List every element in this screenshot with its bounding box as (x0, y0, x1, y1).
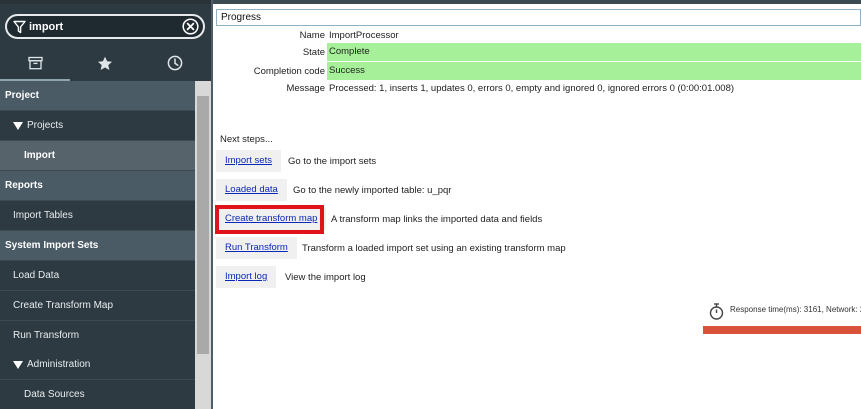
archive-box-icon (27, 56, 43, 70)
nav-top-strip (0, 0, 211, 4)
import-log-description: View the import log (285, 272, 366, 283)
nav-item-label: Import (24, 150, 56, 161)
expanded-triangle-icon (13, 121, 23, 130)
nav-folder-administration[interactable]: Administration (0, 350, 195, 380)
scrollbar-thumb[interactable] (197, 96, 209, 354)
name-value: ImportProcessor (329, 30, 399, 41)
import-sets-link[interactable]: Import sets (216, 150, 281, 172)
nav-item-import-tables[interactable]: Import Tables (0, 201, 195, 231)
message-value: Processed: 1, inserts 1, updates 0, erro… (329, 83, 735, 94)
clock-icon (167, 55, 183, 71)
filter-input[interactable] (29, 19, 179, 35)
tab-favorites[interactable] (70, 47, 140, 79)
content-frame: Progress Name ImportProcessor State Comp… (213, 0, 861, 409)
nav-item-create-transform-map[interactable]: Create Transform Map (0, 291, 195, 321)
message-label: Message (286, 83, 325, 94)
nav-item-label: Import Tables (13, 210, 73, 221)
nav-section-label: System Import Sets (5, 240, 99, 251)
expanded-triangle-icon (13, 360, 23, 369)
nav-section-label: Reports (5, 180, 43, 191)
import-log-link[interactable]: Import log (216, 266, 277, 288)
nav-section-project[interactable]: Project (0, 81, 195, 111)
nav-item-label: Data Sources (24, 389, 85, 400)
navigator-tabs (0, 47, 211, 79)
import-sets-description: Go to the import sets (288, 156, 377, 167)
nav-item-label: Load Data (13, 270, 60, 281)
completion-code-label: Completion code (253, 66, 325, 77)
stopwatch-icon[interactable] (709, 303, 724, 320)
run-transform-link[interactable]: Run Transform (216, 237, 297, 259)
loaded-data-description: Go to the newly imported table: u_pqr (293, 185, 452, 196)
nav-folder-projects[interactable]: Projects (0, 111, 195, 141)
nav-item-run-transform[interactable]: Run Transform (0, 321, 195, 351)
nav-folder-label: Projects (27, 120, 64, 131)
navigator-scrollbar[interactable] (195, 81, 211, 409)
nav-item-load-data[interactable]: Load Data (0, 261, 195, 291)
status-bar (703, 326, 861, 334)
completion-code-value: Success (327, 62, 861, 80)
state-label: State (302, 47, 325, 58)
create-transform-map-description: A transform map links the imported data … (331, 214, 543, 225)
state-value: Complete (327, 43, 861, 61)
run-transform-description: Transform a loaded import set using an e… (302, 243, 566, 254)
tab-history[interactable] (140, 47, 210, 79)
progress-header: Progress (216, 9, 861, 26)
response-time-text: Response time(ms): 3161, Network: 26 (730, 305, 861, 314)
star-icon (98, 56, 112, 70)
nav-section-system-import-sets[interactable]: System Import Sets (0, 231, 195, 261)
loaded-data-link[interactable]: Loaded data (216, 179, 287, 201)
nav-section-reports[interactable]: Reports (0, 171, 195, 201)
nav-item-label: Run Transform (13, 330, 80, 341)
nav-folder-label: Administration (27, 359, 91, 370)
next-steps-title: Next steps... (220, 134, 273, 145)
application-navigator: Project Projects Import Reports Import T… (0, 0, 211, 409)
content-top-strip (213, 0, 861, 4)
highlight-annotation-box (215, 205, 324, 234)
navigator-menu: Project Projects Import Reports Import T… (0, 81, 195, 409)
nav-item-data-sources[interactable]: Data Sources (0, 380, 195, 409)
tab-all-applications[interactable] (0, 47, 70, 79)
clear-filter-icon[interactable] (182, 18, 199, 35)
nav-section-label: Project (5, 90, 39, 101)
navigator-filter[interactable] (5, 14, 205, 39)
name-label: Name (299, 30, 325, 41)
nav-item-import[interactable]: Import (0, 141, 195, 171)
filter-funnel-icon (13, 20, 26, 34)
nav-item-label: Create Transform Map (13, 300, 114, 311)
